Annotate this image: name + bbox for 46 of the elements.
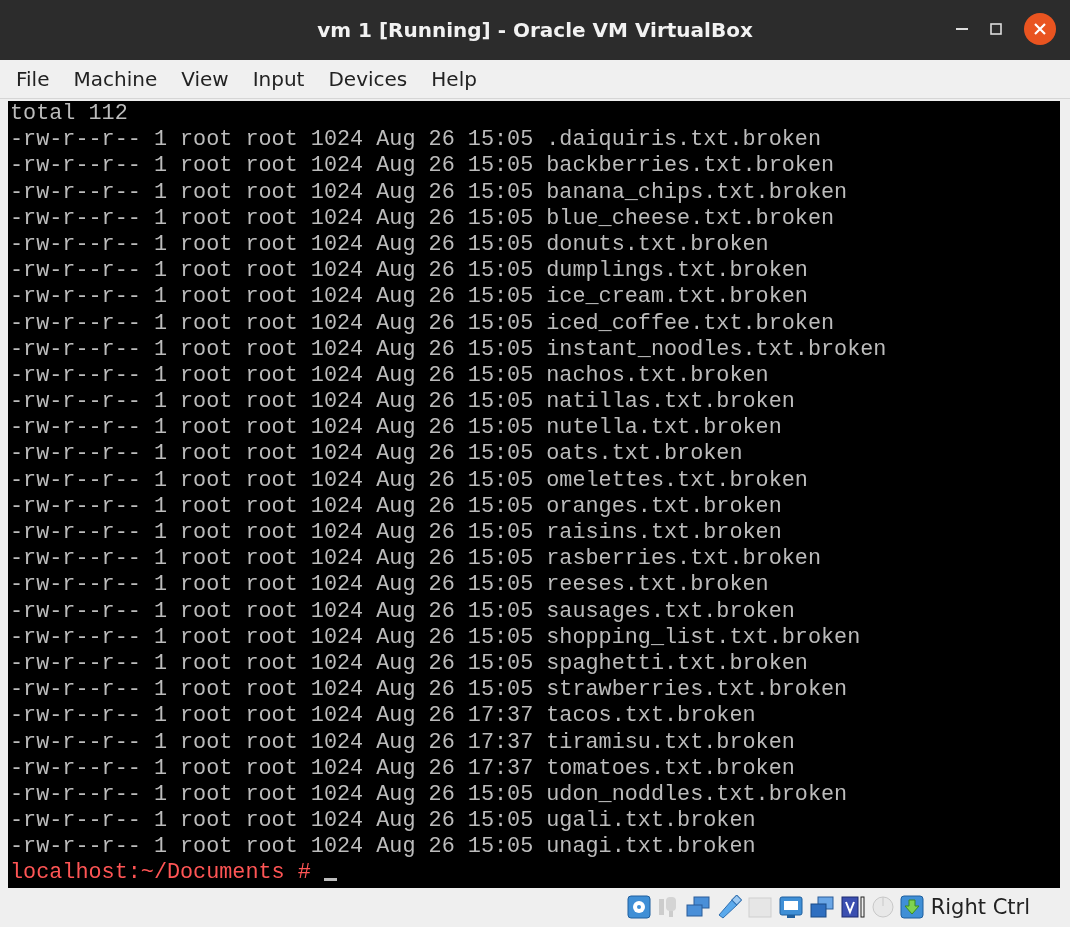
terminal-line: -rw-r--r-- 1 root root 1024 Aug 26 15:05 donuts.txt.broken bbox=[10, 231, 769, 257]
terminal-line: -rw-r--r-- 1 root root 1024 Aug 26 15:05 instant_noodles.txt.broken bbox=[10, 336, 887, 362]
terminal-line: -rw-r--r-- 1 root root 1024 Aug 26 17:37 tacos.txt.broken bbox=[10, 703, 756, 729]
arrow-down-icon[interactable] bbox=[899, 895, 924, 919]
display-icon[interactable] bbox=[777, 895, 804, 919]
terminal-line: -rw-r--r-- 1 root root 1024 Aug 26 15:05 .daiquiris.txt.broken bbox=[10, 127, 821, 153]
terminal-line: -rw-r--r-- 1 root root 1024 Aug 26 15:05 ice_cream.txt.broken bbox=[10, 284, 808, 310]
terminal-line: -rw-r--r-- 1 root root 1024 Aug 26 17:37 tomatoes.txt.broken bbox=[10, 755, 795, 781]
terminal-line: -rw-r--r-- 1 root root 1024 Aug 26 15:05 reeses.txt.broken bbox=[10, 572, 769, 598]
terminal-line: -rw-r--r-- 1 root root 1024 Aug 26 15:05 spaghetti.txt.broken bbox=[10, 650, 808, 676]
terminal-line: -rw-r--r-- 1 root root 1024 Aug 26 15:05 rasberries.txt.broken bbox=[10, 546, 821, 572]
close-icon[interactable] bbox=[1024, 13, 1056, 45]
terminal-line: -rw-r--r-- 1 root root 1024 Aug 26 15:05 blue_cheese.txt.broken bbox=[10, 205, 835, 231]
terminal-line: -rw-r--r-- 1 root root 1024 Aug 26 15:05 raisins.txt.broken bbox=[10, 520, 782, 545]
terminal-line: -rw-r--r-- 1 root root 1024 Aug 26 15:05 natillas.txt.broken bbox=[10, 389, 795, 415]
shell-prompt: localhost:~/Documents # bbox=[10, 860, 311, 886]
terminal-line: -rw-r--r-- 1 root root 1024 Aug 26 15:05 nachos.txt.broken bbox=[10, 362, 769, 388]
windows-icon[interactable] bbox=[808, 895, 835, 919]
terminal-line: -rw-r--r-- 1 root root 1024 Aug 26 17:37 tiramisu.txt.broken bbox=[10, 729, 795, 755]
terminal-line: -rw-r--r-- 1 root root 1024 Aug 26 15:05 oranges.txt.broken bbox=[10, 493, 782, 519]
terminal-line: -rw-r--r-- 1 root root 1024 Aug 26 15:05 sausages.txt.broken bbox=[10, 598, 795, 624]
terminal-line: -rw-r--r-- 1 root root 1024 Aug 26 15:05 ugali.txt.broken bbox=[10, 808, 756, 834]
menu-item[interactable]: Input bbox=[244, 67, 313, 91]
terminal-line: -rw-r--r-- 1 root root 1024 Aug 26 15:05 dumplings.txt.broken bbox=[10, 258, 808, 284]
network-icon[interactable] bbox=[684, 895, 711, 919]
window-title: vm 1 [Running] - Oracle VM VirtualBox bbox=[317, 18, 753, 42]
menu-item[interactable]: View bbox=[173, 67, 237, 91]
terminal-line: -rw-r--r-- 1 root root 1024 Aug 26 15:05 oats.txt.broken bbox=[10, 441, 743, 467]
menu-item[interactable]: Devices bbox=[320, 67, 416, 91]
terminal-line: -rw-r--r-- 1 root root 1024 Aug 26 15:05 udon_noddles.txt.broken bbox=[10, 781, 848, 807]
text-cursor bbox=[323, 878, 337, 882]
terminal-line: total 112 bbox=[10, 101, 128, 126]
chip-icon[interactable] bbox=[839, 895, 866, 919]
terminal-line: -rw-r--r-- 1 root root 1024 Aug 26 15:05 strawberries.txt.broken bbox=[10, 677, 848, 703]
terminal-line: -rw-r--r-- 1 root root 1024 Aug 26 15:05 unagi.txt.broken bbox=[10, 834, 756, 860]
terminal-line: -rw-r--r-- 1 root root 1024 Aug 26 15:05 banana_chips.txt.broken bbox=[10, 179, 848, 205]
terminal-line: -rw-r--r-- 1 root root 1024 Aug 26 15:05 iced_coffee.txt.broken bbox=[10, 310, 835, 336]
maximize-icon[interactable] bbox=[990, 23, 1002, 35]
menu-item[interactable]: Help bbox=[423, 67, 485, 91]
host-key-label: Right Ctrl bbox=[930, 895, 1030, 919]
menu-item[interactable]: Machine bbox=[65, 67, 166, 91]
terminal-line: -rw-r--r-- 1 root root 1024 Aug 26 15:05 backberries.txt.broken bbox=[10, 153, 835, 179]
menu-item[interactable]: File bbox=[8, 67, 58, 91]
terminal-line: -rw-r--r-- 1 root root 1024 Aug 26 15:05 shopping_list.txt.broken bbox=[10, 624, 861, 650]
terminal-line: -rw-r--r-- 1 root root 1024 Aug 26 15:05 omelettes.txt.broken bbox=[10, 467, 808, 493]
terminal-line: -rw-r--r-- 1 root root 1024 Aug 26 15:05 nutella.txt.broken bbox=[10, 415, 782, 441]
